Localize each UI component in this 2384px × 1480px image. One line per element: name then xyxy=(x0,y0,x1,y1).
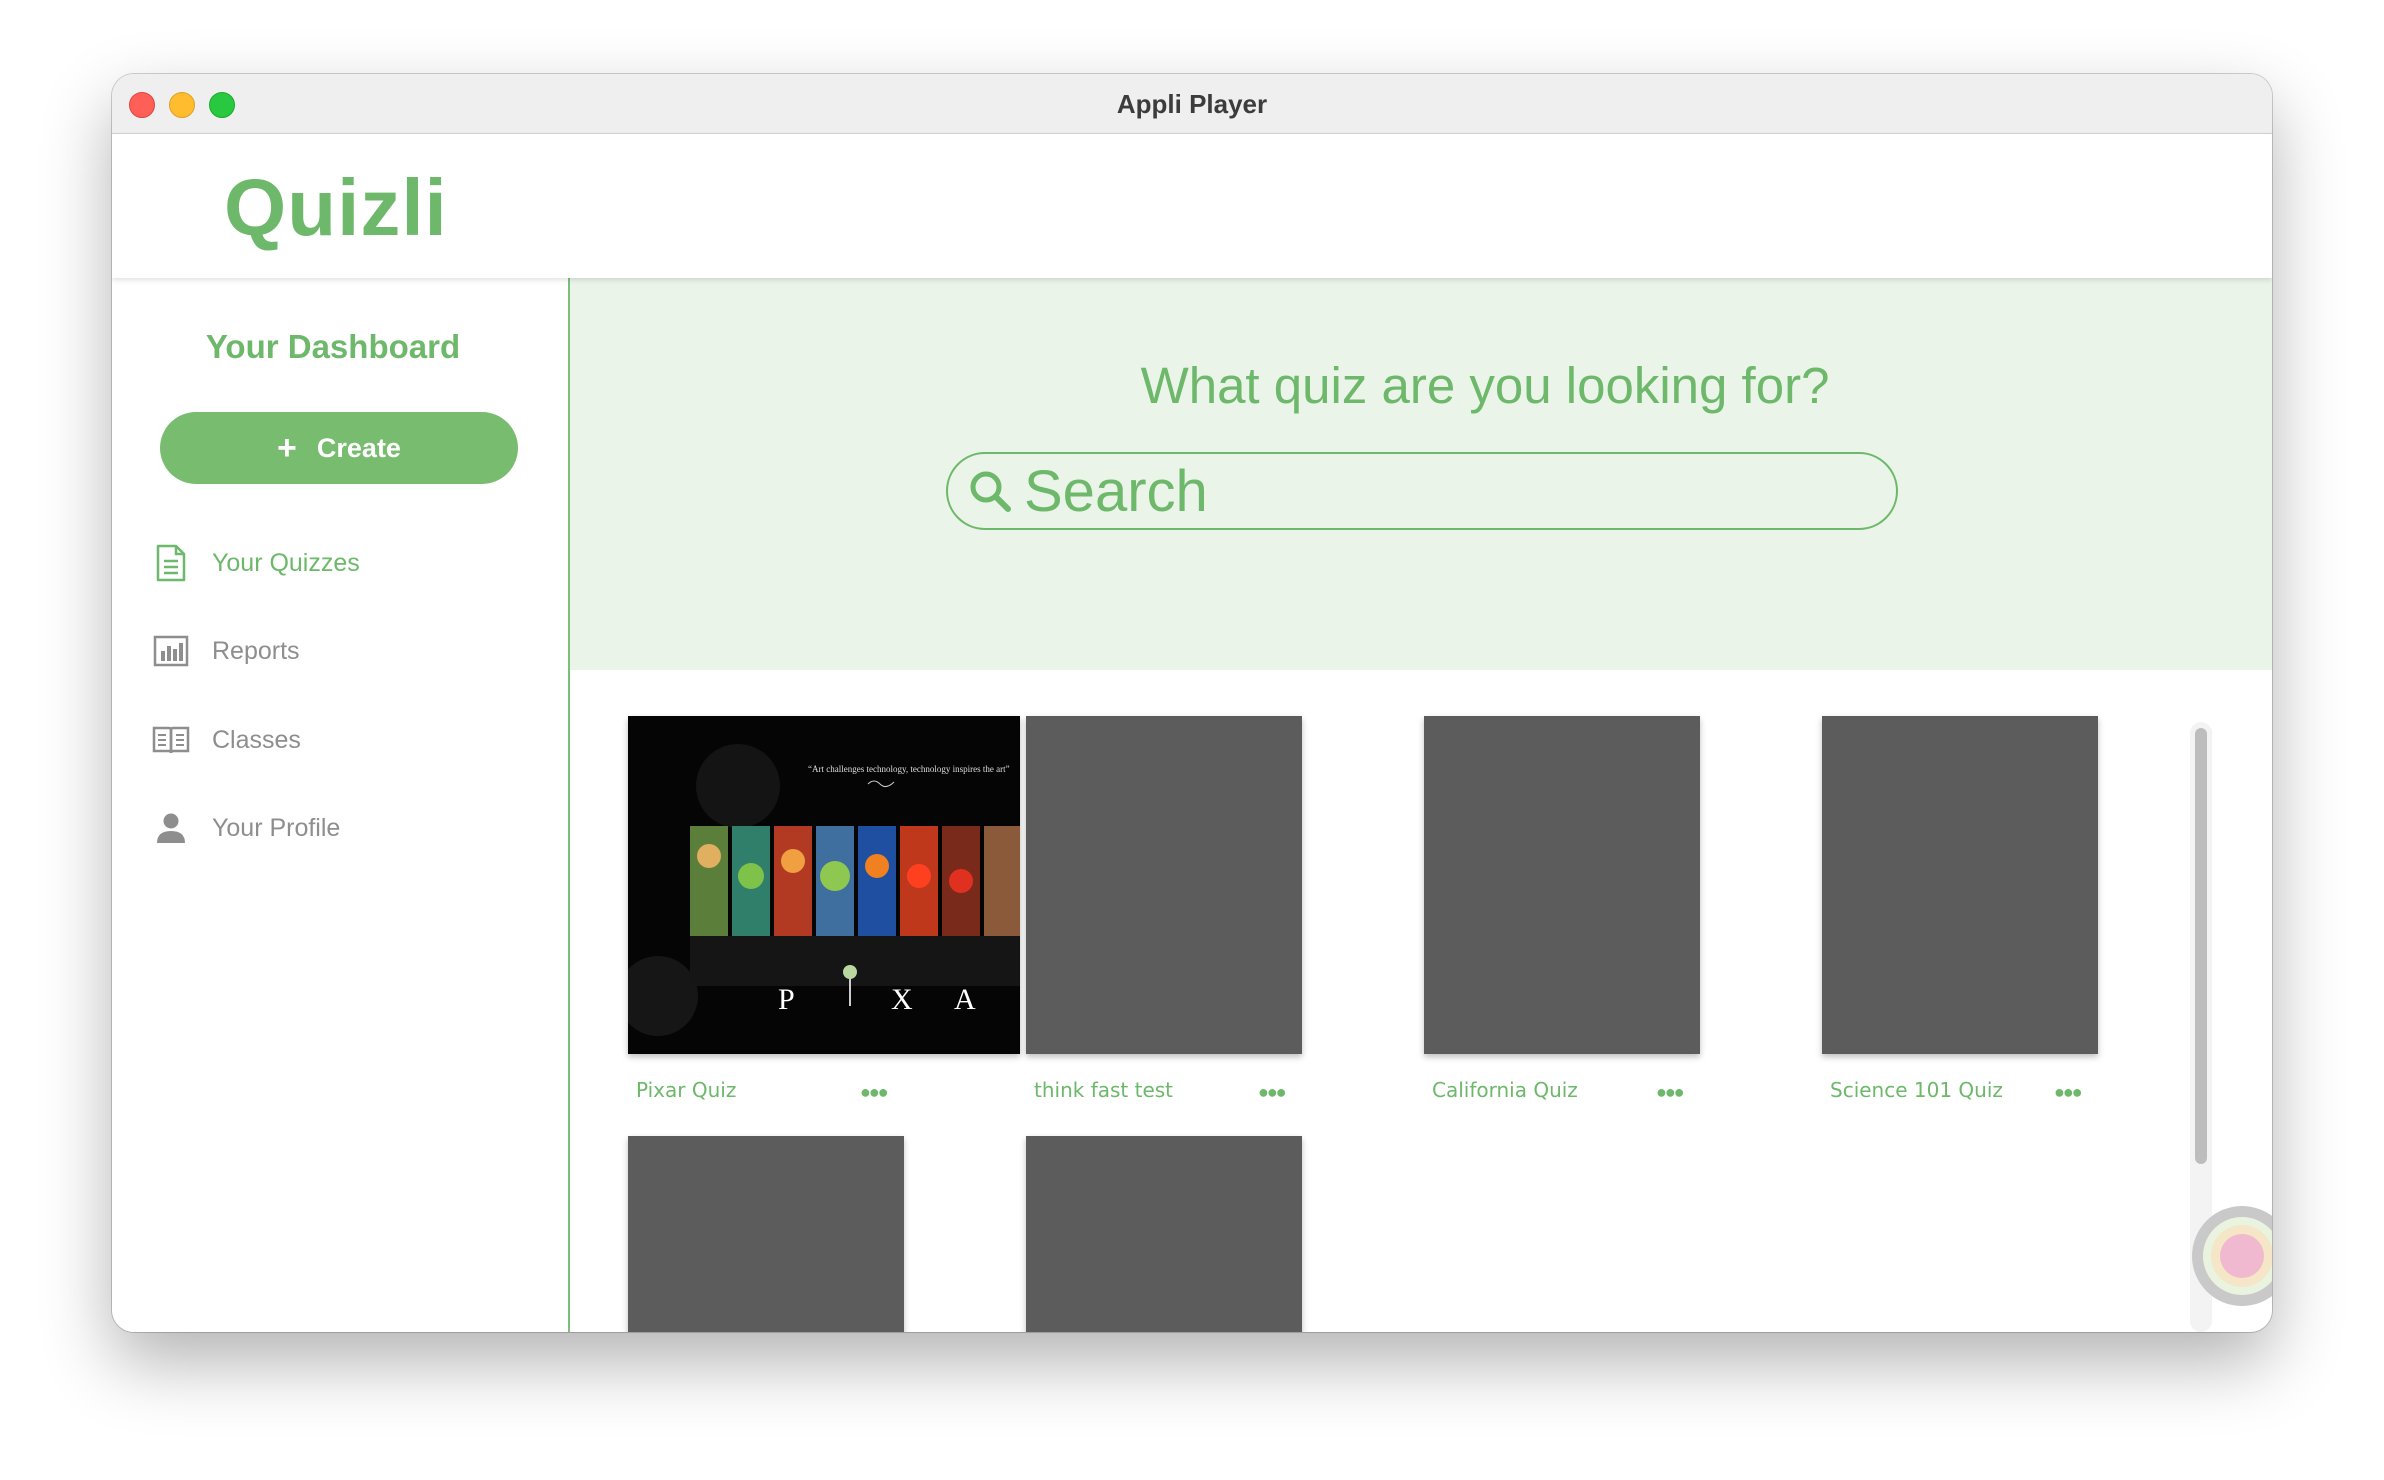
pixar-thumbnail: “Art challenges technology, technology i… xyxy=(628,716,1020,1054)
dashboard-title: Your Dashboard xyxy=(205,328,461,365)
pixar-letter-p: P xyxy=(778,983,795,1016)
quiz-title: think fast test xyxy=(1034,1078,1174,1102)
scrollbar-thumb[interactable] xyxy=(2195,728,2207,1164)
sidebar: Your Dashboard + Create Your Quizzes Rep… xyxy=(112,278,570,1332)
quiz-grid: “Art challenges technology, technology i… xyxy=(570,670,2272,1332)
document-icon xyxy=(152,544,190,582)
quiz-thumbnail xyxy=(1424,716,1700,1054)
person-icon xyxy=(152,809,190,847)
sidebar-item-label: Classes xyxy=(212,725,301,754)
quiz-thumbnail xyxy=(1026,1136,1302,1332)
hero-title: What quiz are you looking for? xyxy=(1140,357,1830,414)
app-window: Appli Player Quizli Your Dashboard + Cre… xyxy=(112,74,2272,1332)
quiz-title: Pixar Quiz xyxy=(636,1078,737,1102)
quiz-title: Science 101 Quiz xyxy=(1830,1078,2003,1102)
search-input[interactable] xyxy=(1024,457,1844,525)
create-button[interactable]: + Create xyxy=(160,412,518,484)
more-options-icon[interactable]: ●●● xyxy=(1656,1082,1685,1103)
quizli-logo[interactable]: Quizli xyxy=(224,162,448,254)
plus-icon: + xyxy=(277,429,297,467)
sidebar-item-classes[interactable]: Classes xyxy=(152,715,301,765)
pixar-quote: “Art challenges technology, technology i… xyxy=(808,764,1010,774)
search-icon xyxy=(968,467,1016,515)
window-title: Appli Player xyxy=(1116,89,1268,119)
create-button-label: Create xyxy=(316,432,401,463)
sidebar-item-label: Your Profile xyxy=(212,813,341,842)
search-hero: What quiz are you looking for? xyxy=(570,278,2272,670)
quiz-thumbnail xyxy=(628,1136,904,1332)
quiz-title: California Quiz xyxy=(1432,1078,1578,1102)
sidebar-item-label: Reports xyxy=(212,636,300,665)
pixar-letter-x: X xyxy=(891,983,913,1016)
more-options-icon[interactable]: ●●● xyxy=(860,1082,889,1103)
more-options-icon[interactable]: ●●● xyxy=(1258,1082,1287,1103)
book-icon xyxy=(152,721,190,759)
app-header: Quizli xyxy=(112,134,2272,278)
search-bar[interactable] xyxy=(946,452,1898,530)
quiz-thumbnail xyxy=(1822,716,2098,1054)
more-options-icon[interactable]: ●●● xyxy=(2054,1082,2083,1103)
title-bar: Appli Player xyxy=(112,74,2272,134)
sidebar-item-your-profile[interactable]: Your Profile xyxy=(152,803,340,853)
bar-chart-icon xyxy=(152,632,190,670)
sidebar-item-label: Your Quizzes xyxy=(212,548,360,577)
pixar-letter-a: A xyxy=(954,983,976,1016)
quiz-thumbnail xyxy=(1026,716,1302,1054)
assistant-orb-icon xyxy=(2220,1234,2264,1278)
sidebar-item-reports[interactable]: Reports xyxy=(152,626,300,676)
sidebar-item-your-quizzes[interactable]: Your Quizzes xyxy=(152,538,360,588)
